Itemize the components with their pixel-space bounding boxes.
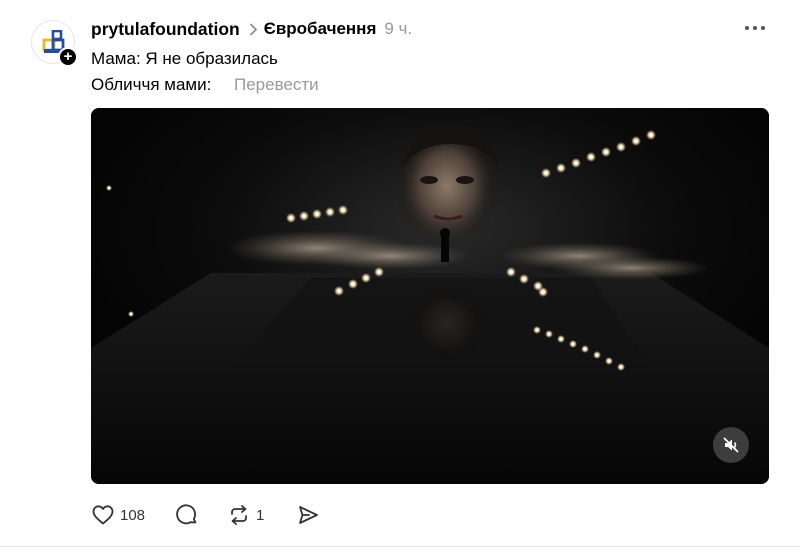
video-frame (91, 108, 769, 484)
share-button[interactable] (296, 500, 320, 530)
comment-button[interactable] (175, 500, 199, 530)
post-divider (0, 546, 800, 547)
post-timestamp[interactable]: 9 ч. (384, 19, 412, 39)
topic-tag-link[interactable]: Євробачення (264, 19, 377, 39)
more-dot (745, 26, 749, 30)
repost-count: 1 (256, 506, 265, 524)
repost-button[interactable]: 1 (227, 500, 264, 530)
repost-icon (231, 505, 247, 525)
heart-icon (92, 505, 114, 525)
post-text-line-2: Обличчя мами: (91, 75, 212, 94)
chevron-right-icon (249, 23, 258, 36)
post-text-line-1: Мама: Я не образилась (91, 49, 278, 68)
translate-link[interactable]: Перевести (234, 75, 319, 95)
post-header: prytulafoundation Євробачення 9 ч. (91, 17, 412, 41)
like-button[interactable]: 108 (91, 500, 145, 530)
more-dot (753, 26, 757, 30)
mute-toggle-button[interactable] (713, 427, 749, 463)
video-player[interactable] (91, 108, 769, 484)
post-card: + prytulafoundation Євробачення 9 ч. Мам… (0, 0, 800, 550)
comment-bubble-icon (176, 504, 197, 525)
follow-plus-icon[interactable]: + (58, 47, 78, 67)
username-link[interactable]: prytulafoundation (91, 19, 240, 40)
post-actions: 108 1 (91, 500, 411, 530)
more-options-button[interactable] (745, 22, 769, 34)
speaker-muted-icon (723, 437, 739, 453)
more-dot (761, 26, 765, 30)
like-count: 108 (120, 506, 146, 524)
send-icon (299, 506, 318, 524)
